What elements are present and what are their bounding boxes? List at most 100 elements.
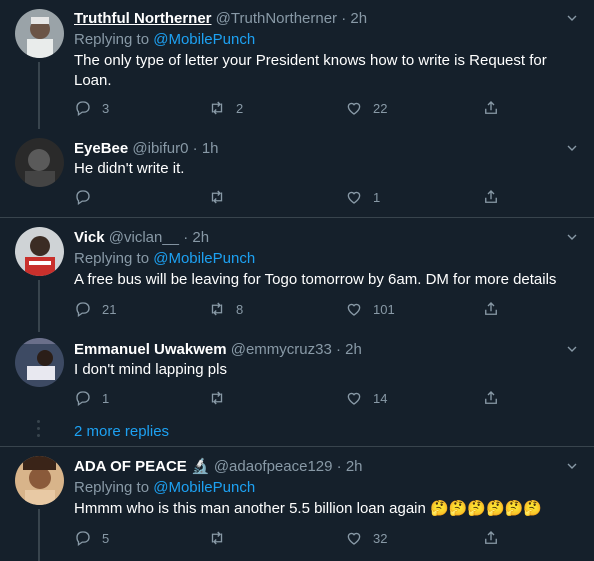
microscope-icon: 🔬 — [190, 458, 210, 475]
retweet-count: 8 — [236, 301, 244, 317]
tweet-time[interactable]: · 2h — [337, 458, 363, 475]
retweet-count: 2 — [236, 100, 244, 116]
reply-button[interactable] — [74, 187, 92, 207]
retweet-button[interactable]: 8 — [208, 299, 243, 319]
thread-line — [38, 509, 40, 561]
author-handle[interactable]: @viclan__ — [109, 229, 179, 246]
tweet-text: The only type of letter your President k… — [74, 52, 547, 89]
tweet[interactable]: Vick @viclan__ · 2h Replying to @MobileP… — [0, 218, 594, 332]
tweet-actions: 5 32 — [74, 528, 514, 548]
replying-to-link[interactable]: @MobilePunch — [153, 250, 255, 267]
tweet-time[interactable]: · 2h — [341, 10, 367, 27]
replying-to-label: Replying to — [74, 250, 150, 267]
replying-to: Replying to @MobilePunch — [74, 479, 255, 497]
retweet-button[interactable]: 2 — [208, 98, 243, 118]
retweet-button[interactable] — [208, 187, 226, 207]
tweet-actions: 3 2 22 — [74, 98, 514, 118]
author-handle[interactable]: @TruthNortherner — [216, 10, 337, 27]
reply-count: 3 — [102, 100, 110, 116]
thread-dots — [37, 420, 41, 441]
reply-icon — [74, 188, 92, 206]
tweet-actions: 21 8 101 — [74, 299, 514, 319]
tweet-actions: 1 14 — [74, 388, 514, 408]
tweet[interactable]: Truthful Northerner @TruthNortherner · 2… — [0, 0, 594, 129]
retweet-icon — [208, 188, 226, 206]
tweet-text: Hmmm who is this man another 5.5 billion… — [74, 500, 543, 517]
thread-line — [38, 280, 40, 332]
author-name[interactable]: Truthful Northerner — [74, 10, 212, 27]
replying-to: Replying to @MobilePunch — [74, 31, 255, 49]
chevron-down-icon[interactable] — [564, 229, 580, 245]
share-button[interactable] — [482, 299, 500, 319]
retweet-button[interactable] — [208, 528, 226, 548]
like-count: 14 — [373, 390, 388, 406]
share-icon — [482, 389, 500, 407]
avatar[interactable] — [15, 227, 64, 276]
like-button[interactable]: 32 — [345, 528, 387, 548]
like-button[interactable]: 22 — [345, 98, 387, 118]
chevron-down-icon[interactable] — [564, 341, 580, 357]
share-button[interactable] — [482, 187, 500, 207]
replying-to: Replying to @MobilePunch — [74, 250, 255, 268]
author-name[interactable]: Vick — [74, 229, 105, 246]
tweet-time[interactable]: · 1h — [193, 140, 219, 157]
tweet-time[interactable]: · 2h — [183, 229, 209, 246]
reply-button[interactable]: 5 — [74, 528, 109, 548]
more-replies-link[interactable]: 2 more replies — [74, 423, 169, 440]
heart-icon — [345, 389, 363, 407]
reply-button[interactable]: 1 — [74, 388, 109, 408]
tweet[interactable]: ADA OF PEACE 🔬 @adaofpeace129 · 2h Reply… — [0, 447, 594, 561]
tweet-time[interactable]: · 2h — [336, 341, 362, 358]
reply-icon — [74, 389, 92, 407]
share-icon — [482, 188, 500, 206]
author-name[interactable]: EyeBee — [74, 140, 128, 157]
retweet-icon — [208, 300, 226, 318]
tweet[interactable]: Emmanuel Uwakwem @emmycruz33 · 2h I don'… — [0, 332, 594, 445]
heart-icon — [345, 99, 363, 117]
reply-count: 1 — [102, 390, 110, 406]
retweet-icon — [208, 99, 226, 117]
like-button[interactable]: 14 — [345, 388, 387, 408]
chevron-down-icon[interactable] — [564, 10, 580, 26]
tweet-text: He didn't write it. — [74, 160, 185, 177]
author-handle[interactable]: @ibifur0 — [132, 140, 188, 157]
avatar[interactable] — [15, 9, 64, 58]
replying-to-link[interactable]: @MobilePunch — [153, 479, 255, 496]
tweet-text: A free bus will be leaving for Togo tomo… — [74, 271, 557, 288]
heart-icon — [345, 529, 363, 547]
like-button[interactable]: 101 — [345, 299, 395, 319]
share-button[interactable] — [482, 98, 500, 118]
reply-button[interactable]: 3 — [74, 98, 109, 118]
avatar[interactable] — [15, 456, 64, 505]
avatar[interactable] — [15, 138, 64, 187]
author-name[interactable]: Emmanuel Uwakwem — [74, 341, 227, 358]
chevron-down-icon[interactable] — [564, 458, 580, 474]
tweet-actions: 1 — [74, 187, 514, 207]
share-icon — [482, 529, 500, 547]
tweet[interactable]: EyeBee @ibifur0 · 1h He didn't write it.… — [0, 129, 594, 217]
retweet-icon — [208, 529, 226, 547]
like-count: 32 — [373, 530, 388, 546]
share-icon — [482, 300, 500, 318]
replying-to-link[interactable]: @MobilePunch — [153, 31, 255, 48]
heart-icon — [345, 300, 363, 318]
author-name[interactable]: ADA OF PEACE — [74, 458, 187, 475]
reply-button[interactable]: 21 — [74, 299, 116, 319]
like-count: 22 — [373, 100, 388, 116]
replying-to-label: Replying to — [74, 479, 150, 496]
replying-to-label: Replying to — [74, 31, 150, 48]
retweet-button[interactable] — [208, 388, 226, 408]
share-button[interactable] — [482, 528, 500, 548]
author-handle[interactable]: @emmycruz33 — [231, 341, 332, 358]
reply-icon — [74, 300, 92, 318]
chevron-down-icon[interactable] — [564, 140, 580, 156]
retweet-icon — [208, 389, 226, 407]
author-handle[interactable]: @adaofpeace129 — [214, 458, 333, 475]
avatar[interactable] — [15, 338, 64, 387]
thread-line — [38, 62, 40, 129]
like-count: 1 — [373, 189, 381, 205]
like-button[interactable]: 1 — [345, 187, 380, 207]
tweet-text: I don't mind lapping pls — [74, 361, 227, 378]
reply-count: 5 — [102, 530, 110, 546]
share-button[interactable] — [482, 388, 500, 408]
